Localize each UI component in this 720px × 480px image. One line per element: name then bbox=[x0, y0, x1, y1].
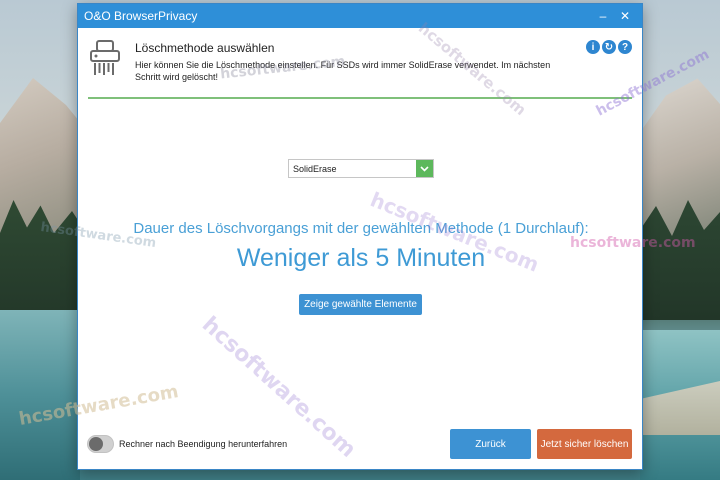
close-button[interactable]: ✕ bbox=[614, 9, 636, 23]
header-divider bbox=[88, 97, 632, 99]
show-selected-elements-button[interactable]: Zeige gewählte Elemente bbox=[299, 294, 422, 315]
page-header: Löschmethode auswählen Hier können Sie d… bbox=[78, 28, 642, 96]
refresh-icon[interactable]: ↻ bbox=[602, 40, 616, 54]
window-title: O&O BrowserPrivacy bbox=[84, 9, 198, 23]
shutdown-toggle[interactable] bbox=[87, 435, 114, 453]
deletion-method-value: SolidErase bbox=[293, 163, 337, 174]
shredder-icon bbox=[90, 40, 120, 75]
delete-now-button[interactable]: Jetzt sicher löschen bbox=[537, 429, 632, 459]
wallpaper-water-left bbox=[0, 310, 80, 480]
info-icon[interactable]: i bbox=[586, 40, 600, 54]
header-actions: i ↻ ? bbox=[586, 40, 632, 54]
duration-label: Dauer des Löschvorgangs mit der gewählte… bbox=[133, 220, 589, 237]
page-description: Hier können Sie die Löschmethode einstel… bbox=[135, 60, 551, 82]
deletion-method-select[interactable]: SolidErase bbox=[288, 159, 434, 178]
toggle-knob bbox=[89, 437, 103, 451]
chevron-down-icon[interactable] bbox=[416, 160, 433, 177]
app-window: O&O BrowserPrivacy – ✕ Löschmethode ausw… bbox=[77, 3, 643, 470]
shutdown-toggle-label: Rechner nach Beendigung herunterfahren bbox=[119, 439, 288, 449]
duration-value: Weniger als 5 Minuten bbox=[236, 244, 486, 272]
page-title: Löschmethode auswählen bbox=[135, 41, 275, 55]
help-icon[interactable]: ? bbox=[618, 40, 632, 54]
title-bar[interactable]: O&O BrowserPrivacy – ✕ bbox=[78, 4, 642, 28]
minimize-button[interactable]: – bbox=[592, 9, 614, 23]
wallpaper-mountain-right bbox=[630, 78, 720, 240]
back-button[interactable]: Zurück bbox=[450, 429, 531, 459]
